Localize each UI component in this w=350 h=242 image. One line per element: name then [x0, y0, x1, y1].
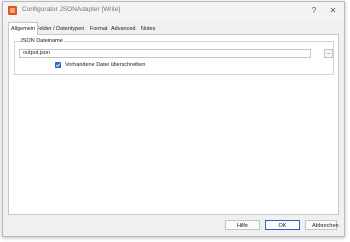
- json-filename-group: JSON Dateiname output.json ... Vorhanden…: [14, 38, 334, 75]
- ok-button[interactable]: OK: [265, 220, 300, 230]
- app-icon: [8, 6, 17, 15]
- tab-allgemein[interactable]: Allgemein: [8, 22, 39, 35]
- checkmark-icon: [55, 63, 61, 67]
- json-filename-input[interactable]: output.json: [19, 49, 311, 58]
- tab-panel-allgemein: JSON Dateiname output.json ... Vorhanden…: [8, 34, 339, 215]
- configurator-window: Configurator JSONAdapter [Write] ? ✕ All…: [2, 1, 345, 237]
- close-icon[interactable]: ✕: [327, 5, 339, 17]
- title-bar: Configurator JSONAdapter [Write] ? ✕: [3, 2, 344, 20]
- overwrite-checkbox[interactable]: [55, 62, 61, 68]
- json-filename-label: JSON Dateiname: [19, 38, 64, 45]
- window-title: Configurator JSONAdapter [Write]: [22, 6, 121, 13]
- help-button[interactable]: Hilfe: [225, 220, 260, 230]
- browse-button[interactable]: ...: [324, 49, 333, 58]
- cancel-button[interactable]: Abbrechen: [305, 220, 339, 230]
- help-icon[interactable]: ?: [308, 5, 320, 17]
- overwrite-label: Vorhandene Datei überschreiben: [65, 62, 146, 68]
